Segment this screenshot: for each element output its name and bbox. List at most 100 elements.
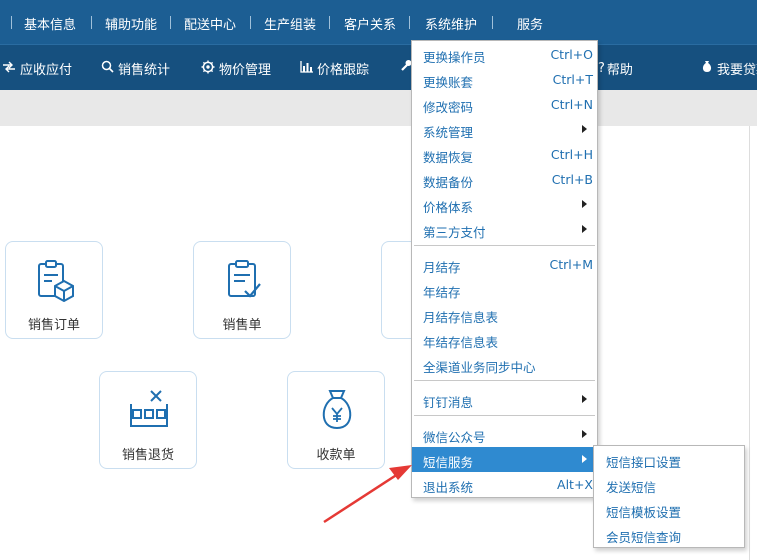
menu-divider: [414, 380, 595, 381]
submenu-arrow-icon: [582, 200, 587, 208]
menu-item-label: 系统管理: [423, 125, 474, 140]
system-maintenance-dropdown: 更换操作员 Ctrl+O 更换账套 Ctrl+T 修改密码 Ctrl+N 系统管…: [411, 40, 598, 498]
submenu-arrow-icon: [582, 395, 587, 403]
menu-separator: [11, 16, 12, 29]
toolbar: 应收应付 销售统计 物价管理 价格跟踪 ? 帮助 我要贷款: [0, 44, 757, 90]
menu-auxiliary[interactable]: 辅助功能: [105, 14, 157, 33]
menu-item-annual-closing-report[interactable]: 年结存信息表: [412, 327, 597, 352]
toolbar-help[interactable]: ? 帮助: [598, 59, 633, 78]
menu-item-label: 月结存信息表: [423, 310, 499, 325]
toolbar-sales-statistics[interactable]: 销售统计: [101, 59, 170, 78]
menu-service[interactable]: 服务: [517, 14, 543, 33]
menu-item-sms-service[interactable]: 短信服务: [412, 447, 597, 472]
toolbar-label: 帮助: [606, 63, 633, 78]
menu-item-data-restore[interactable]: 数据恢复 Ctrl+H: [412, 142, 597, 167]
menu-item-label: 短信服务: [423, 455, 474, 470]
menu-item-dingtalk-messages[interactable]: 钉钉消息: [412, 387, 597, 412]
tile-sales-order[interactable]: 销售订单: [5, 241, 103, 339]
menu-separator: [91, 16, 92, 29]
menu-item-shortcut: Ctrl+O: [550, 47, 593, 62]
menu-separator: [170, 16, 171, 29]
menu-item-label: 全渠道业务同步中心: [423, 360, 536, 375]
toolbar-loan[interactable]: 我要贷款: [701, 59, 757, 78]
menu-item-shortcut: Ctrl+N: [550, 97, 593, 112]
menu-separator: [492, 16, 493, 29]
menu-item-omnichannel-sync[interactable]: 全渠道业务同步中心: [412, 352, 597, 377]
menu-item-data-backup[interactable]: 数据备份 Ctrl+B: [412, 167, 597, 192]
gear-icon: [201, 60, 215, 78]
submenu-arrow-icon: [582, 225, 587, 233]
submenu-arrow-icon: [582, 455, 587, 463]
menu-divider: [414, 245, 595, 246]
menu-item-label: 修改密码: [423, 100, 474, 115]
menu-item-price-system[interactable]: 价格体系: [412, 192, 597, 217]
tile-label: 销售订单: [27, 318, 80, 333]
menu-item-label: 微信公众号: [423, 430, 486, 445]
menu-separator: [409, 16, 410, 29]
menu-item-shortcut: Alt+X: [557, 477, 593, 492]
money-bag-icon: [701, 60, 713, 77]
submenu-arrow-icon: [582, 125, 587, 133]
menu-item-label: 退出系统: [423, 480, 474, 495]
toolbar-price-management[interactable]: 物价管理: [201, 59, 271, 78]
tile-label: 销售单: [222, 318, 262, 333]
submenu-item-sms-interface-settings[interactable]: 短信接口设置: [606, 452, 681, 471]
sms-service-submenu: 短信接口设置 发送短信 短信模板设置 会员短信查询: [593, 445, 745, 548]
menu-item-label: 价格体系: [423, 200, 474, 215]
toolbar-receivable-payable[interactable]: 应收应付: [2, 59, 72, 78]
menu-item-change-password[interactable]: 修改密码 Ctrl+N: [412, 92, 597, 117]
receipt-money-bag-icon: [317, 388, 357, 432]
menu-production-assembly[interactable]: 生产组装: [264, 14, 316, 33]
menu-item-shortcut: Ctrl+T: [552, 72, 593, 87]
menu-item-change-account-set[interactable]: 更换账套 Ctrl+T: [412, 67, 597, 92]
sales-order-icon: [35, 258, 75, 303]
menu-item-monthly-closing-report[interactable]: 月结存信息表: [412, 302, 597, 327]
menu-item-change-operator[interactable]: 更换操作员 Ctrl+O: [412, 42, 597, 67]
top-menu-bar: 基本信息 辅助功能 配送中心 生产组装 客户关系 系统维护 服务: [0, 0, 757, 44]
toolbar-price-tracking[interactable]: 价格跟踪: [300, 59, 369, 78]
menu-item-third-party-payment[interactable]: 第三方支付: [412, 217, 597, 242]
toolbar-label: 价格跟踪: [317, 63, 370, 78]
menu-item-monthly-closing[interactable]: 月结存 Ctrl+M: [412, 252, 597, 277]
submenu-arrow-icon: [582, 430, 587, 438]
search-icon: [101, 60, 114, 77]
menu-item-shortcut: Ctrl+B: [551, 172, 593, 187]
toolbar-label: 应收应付: [20, 63, 73, 78]
tile-sales-return[interactable]: 销售退货: [99, 371, 197, 469]
toolbar-label: 销售统计: [118, 63, 171, 78]
toolbar-label: 我要贷款: [717, 63, 757, 78]
menu-item-annual-closing[interactable]: 年结存: [412, 277, 597, 302]
menu-system-maintenance[interactable]: 系统维护: [425, 14, 477, 33]
menu-distribution-center[interactable]: 配送中心: [184, 14, 236, 33]
menu-item-label: 数据备份: [423, 175, 474, 190]
submenu-item-sms-template-settings[interactable]: 短信模板设置: [606, 502, 681, 521]
menu-item-label: 年结存信息表: [423, 335, 499, 350]
sales-slip-icon: [223, 258, 263, 302]
tile-label: 收款单: [316, 448, 356, 463]
menu-item-label: 更换操作员: [423, 50, 486, 65]
menu-item-shortcut: Ctrl+M: [549, 257, 594, 272]
submenu-item-member-sms-query[interactable]: 会员短信查询: [606, 527, 681, 546]
menu-item-exit-system[interactable]: 退出系统 Alt+X: [412, 472, 597, 497]
help-icon: ?: [598, 61, 605, 76]
sales-return-icon: [129, 388, 169, 432]
menu-separator: [329, 16, 330, 29]
menu-basic-info[interactable]: 基本信息: [24, 14, 76, 33]
menu-item-label: 月结存: [423, 260, 461, 275]
menu-item-wechat-official-account[interactable]: 微信公众号: [412, 422, 597, 447]
submenu-item-send-sms[interactable]: 发送短信: [606, 477, 656, 496]
menu-item-label: 数据恢复: [423, 150, 474, 165]
tab-strip: [0, 90, 757, 126]
tile-receipt[interactable]: 收款单: [287, 371, 385, 469]
menu-item-label: 年结存: [423, 285, 461, 300]
tile-label: 销售退货: [121, 448, 174, 463]
transfer-arrows-icon: [2, 61, 16, 77]
menu-item-system-management[interactable]: 系统管理: [412, 117, 597, 142]
bar-chart-icon: [300, 60, 313, 77]
menu-item-label: 第三方支付: [423, 225, 486, 240]
menu-customer-relations[interactable]: 客户关系: [344, 14, 396, 33]
menu-item-shortcut: Ctrl+H: [550, 147, 593, 162]
toolbar-label: 物价管理: [219, 63, 272, 78]
tile-sales-slip[interactable]: 销售单: [193, 241, 291, 339]
menu-item-label: 更换账套: [423, 75, 474, 90]
